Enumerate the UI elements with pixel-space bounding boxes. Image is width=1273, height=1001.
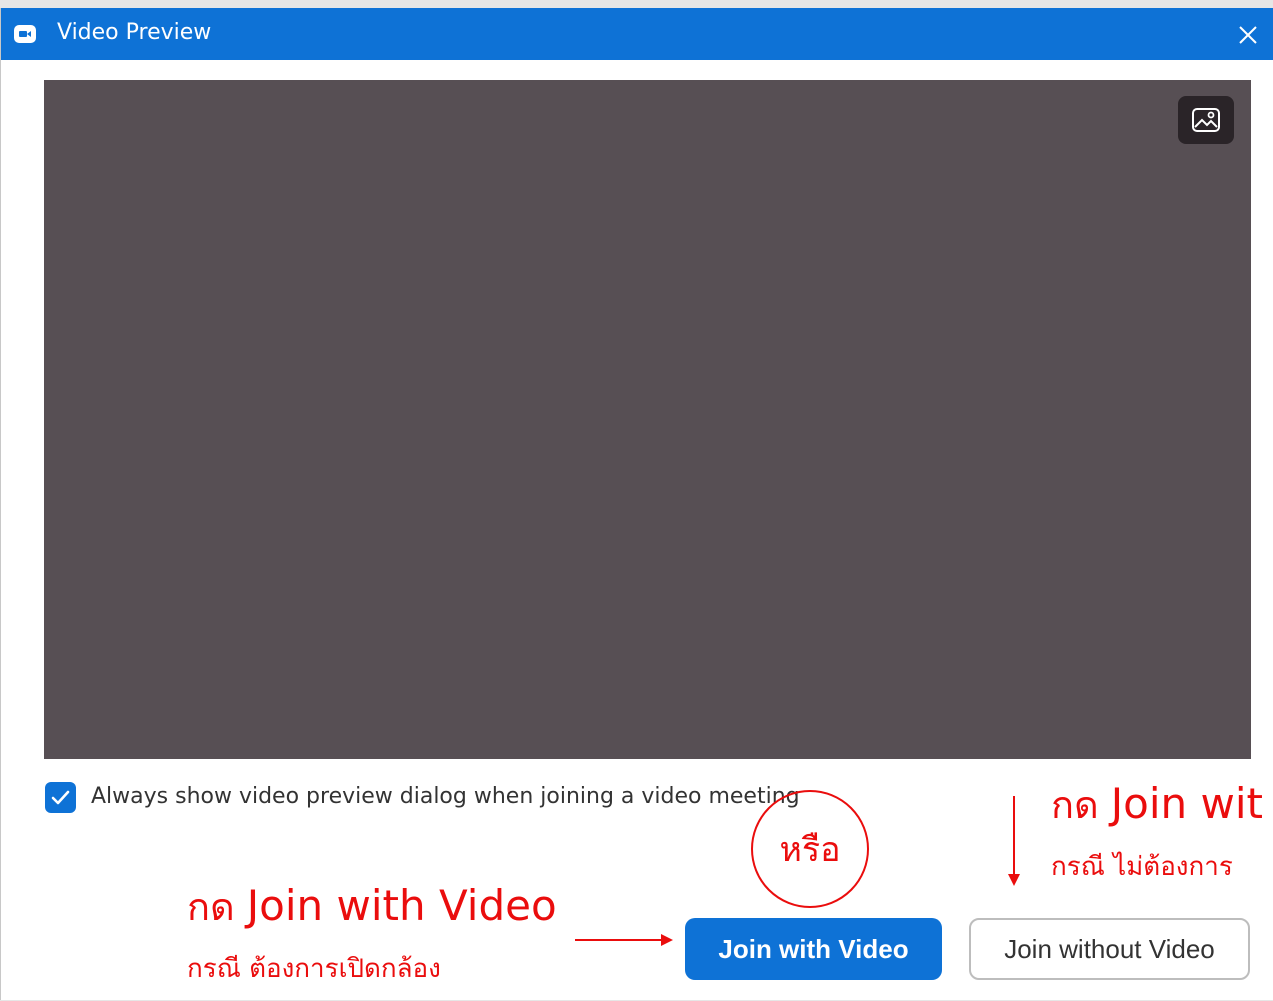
zoom-camera-icon bbox=[14, 25, 36, 43]
left-instruction-heading: กด Join with Video bbox=[187, 876, 557, 937]
right-instruction-heading: กด Join wit bbox=[1051, 774, 1263, 835]
video-preview-area bbox=[44, 80, 1251, 759]
window-title: Video Preview bbox=[57, 20, 212, 45]
arrow-down-annotation bbox=[1008, 796, 1020, 886]
arrow-right-annotation bbox=[575, 934, 673, 946]
right-heading-prefix: กด bbox=[1051, 783, 1099, 827]
always-show-checkbox[interactable] bbox=[45, 782, 76, 813]
join-with-video-button[interactable]: Join with Video bbox=[685, 918, 942, 980]
or-circle-annotation: หรือ bbox=[751, 790, 869, 908]
left-heading-emph: Join with Video bbox=[246, 881, 557, 930]
checkmark-icon bbox=[51, 790, 70, 805]
right-heading-emph: Join wit bbox=[1110, 779, 1263, 828]
join-without-video-button[interactable]: Join without Video bbox=[969, 918, 1250, 980]
close-button[interactable] bbox=[1233, 20, 1263, 50]
title-bar: Video Preview bbox=[1, 8, 1273, 60]
right-instruction-caption: กรณี ไม่ต้องการ bbox=[1051, 852, 1233, 882]
video-preview-dialog: Video Preview Always show video preview … bbox=[0, 8, 1273, 1000]
close-icon bbox=[1239, 26, 1257, 44]
background-button[interactable] bbox=[1178, 96, 1234, 144]
always-show-label: Always show video preview dialog when jo… bbox=[91, 784, 800, 809]
background-image-icon bbox=[1192, 108, 1220, 132]
left-instruction-caption: กรณี ต้องการเปิดกล้อง bbox=[187, 954, 441, 984]
left-heading-prefix: กด bbox=[187, 885, 235, 929]
